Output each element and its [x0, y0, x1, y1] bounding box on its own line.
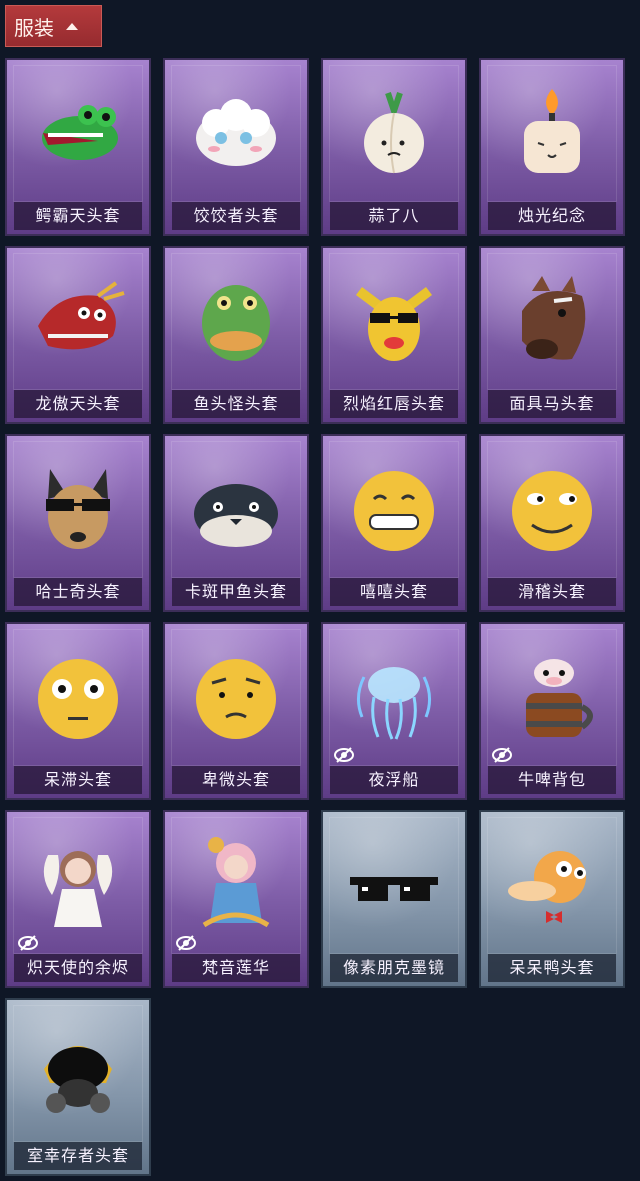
- candle-head-icon: [481, 66, 623, 200]
- outfit-name: 嘻嘻头套: [330, 578, 458, 606]
- crocodile-head-icon: [7, 66, 149, 200]
- jellyfish-icon: [323, 630, 465, 764]
- outfit-card[interactable]: 呆滞头套: [5, 622, 151, 800]
- outfit-name: 烛光纪念: [488, 202, 616, 230]
- hidden-eye-icon: [17, 934, 39, 952]
- outfit-name: 烈焰红唇头套: [330, 390, 458, 418]
- outfit-card[interactable]: 卡斑甲鱼头套: [163, 434, 309, 612]
- outfit-card[interactable]: 龙傲天头套: [5, 246, 151, 424]
- outfit-grid: 鳄霸天头套 饺饺者头套 蒜了八 烛光纪念龙傲天头套 鱼头怪头套 烈焰红唇头套 面具马头套哈士…: [5, 58, 635, 1176]
- outfit-name: 夜浮船: [330, 766, 458, 794]
- outfit-card[interactable]: 梵音莲华: [163, 810, 309, 988]
- outfit-card[interactable]: 呆呆鸭头套: [479, 810, 625, 988]
- outfit-name: 室幸存者头套: [14, 1142, 142, 1170]
- turtle-head-icon: [165, 442, 307, 576]
- fish-monster-head-icon: [165, 254, 307, 388]
- outfit-name: 哈士奇头套: [14, 578, 142, 606]
- outfit-name: 呆滞头套: [14, 766, 142, 794]
- section-title: 服装: [14, 15, 54, 40]
- outfit-card[interactable]: 烛光纪念: [479, 58, 625, 236]
- outfit-card[interactable]: 像素朋克墨镜: [321, 810, 467, 988]
- outfit-name: 炽天使的余烬: [14, 954, 142, 982]
- outfit-card[interactable]: 室幸存者头套: [5, 998, 151, 1176]
- outfit-name: 像素朋克墨镜: [330, 954, 458, 982]
- outfit-card[interactable]: 夜浮船: [321, 622, 467, 800]
- outfit-card[interactable]: 烈焰红唇头套: [321, 246, 467, 424]
- outfit-name: 牛啤背包: [488, 766, 616, 794]
- outfit-card[interactable]: 卑微头套: [163, 622, 309, 800]
- angel-figure-icon: [7, 818, 149, 952]
- stunned-emoji-head-icon: [7, 630, 149, 764]
- outfit-card[interactable]: 面具马头套: [479, 246, 625, 424]
- outfit-card[interactable]: 炽天使的余烬: [5, 810, 151, 988]
- chevron-up-icon: [66, 22, 78, 30]
- pixel-sunglasses-icon: [323, 818, 465, 952]
- outfit-card[interactable]: 嘻嘻头套: [321, 434, 467, 612]
- grin-emoji-head-icon: [323, 442, 465, 576]
- outfit-card[interactable]: 饺饺者头套: [163, 58, 309, 236]
- lotus-figure-icon: [165, 818, 307, 952]
- hidden-eye-icon: [175, 934, 197, 952]
- outfit-card[interactable]: 蒜了八: [321, 58, 467, 236]
- outfit-name: 卡斑甲鱼头套: [172, 578, 300, 606]
- outfit-name: 鳄霸天头套: [14, 202, 142, 230]
- outfit-card[interactable]: 鳄霸天头套: [5, 58, 151, 236]
- husky-head-icon: [7, 442, 149, 576]
- smirk-emoji-head-icon: [481, 442, 623, 576]
- dragon-head-icon: [7, 254, 149, 388]
- outfit-name: 面具马头套: [488, 390, 616, 418]
- gas-mask-helmet-icon: [7, 1006, 149, 1140]
- outfit-name: 蒜了八: [330, 202, 458, 230]
- outfit-card[interactable]: 滑稽头套: [479, 434, 625, 612]
- yellow-mask-head-icon: [323, 254, 465, 388]
- outfit-name: 龙傲天头套: [14, 390, 142, 418]
- outfit-name: 梵音莲华: [172, 954, 300, 982]
- garlic-head-icon: [323, 66, 465, 200]
- humble-emoji-head-icon: [165, 630, 307, 764]
- cow-beer-backpack-icon: [481, 630, 623, 764]
- horse-head-icon: [481, 254, 623, 388]
- outfit-name: 卑微头套: [172, 766, 300, 794]
- hidden-eye-icon: [491, 746, 513, 764]
- outfit-name: 鱼头怪头套: [172, 390, 300, 418]
- hidden-eye-icon: [333, 746, 355, 764]
- duck-head-icon: [481, 818, 623, 952]
- outfit-name: 呆呆鸭头套: [488, 954, 616, 982]
- outfit-card[interactable]: 哈士奇头套: [5, 434, 151, 612]
- dumpling-head-icon: [165, 66, 307, 200]
- outfit-name: 滑稽头套: [488, 578, 616, 606]
- outfit-name: 饺饺者头套: [172, 202, 300, 230]
- outfit-card[interactable]: 牛啤背包: [479, 622, 625, 800]
- outfit-card[interactable]: 鱼头怪头套: [163, 246, 309, 424]
- outfit-section-toggle[interactable]: 服装: [5, 5, 102, 47]
